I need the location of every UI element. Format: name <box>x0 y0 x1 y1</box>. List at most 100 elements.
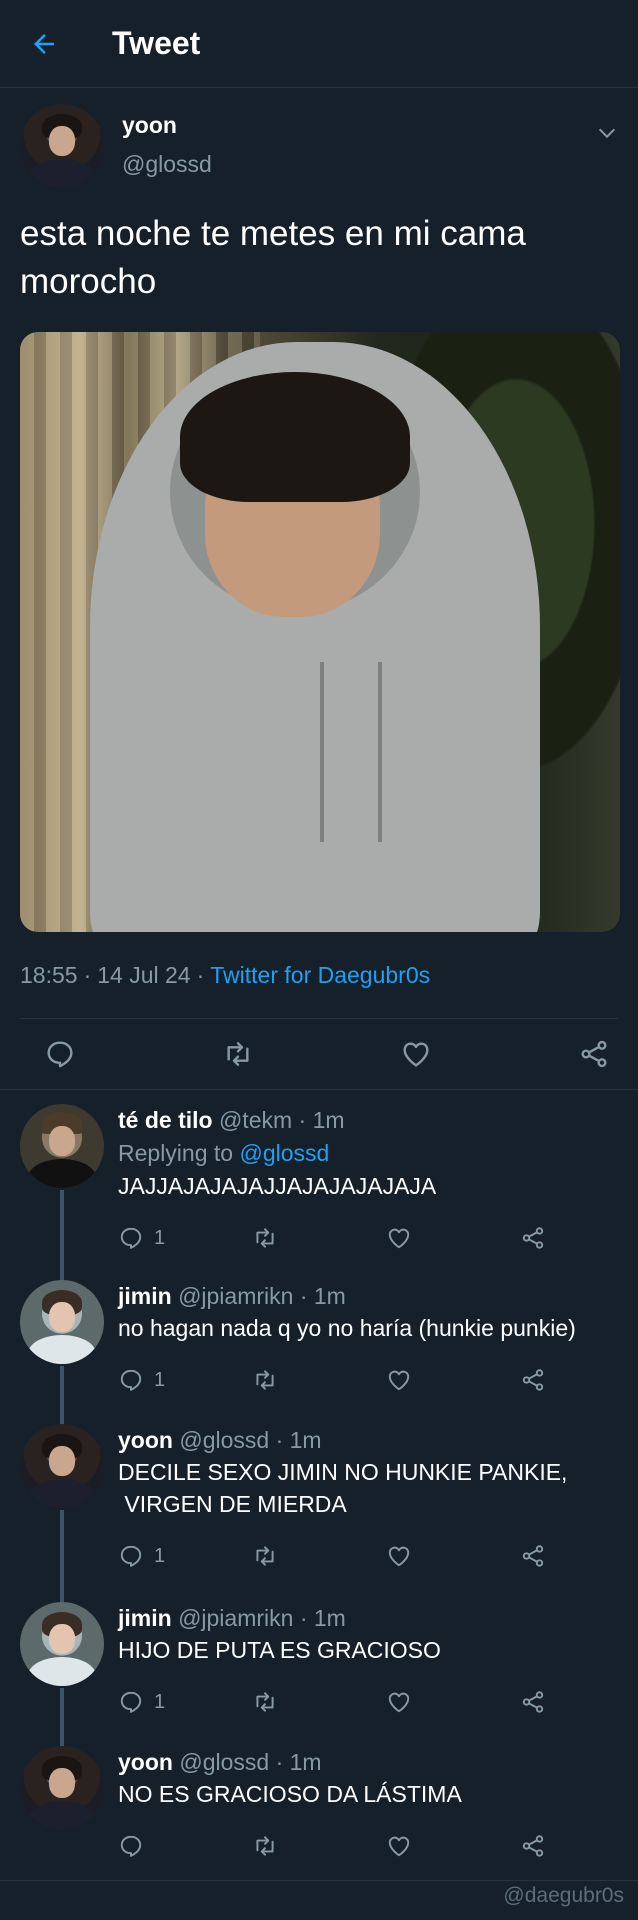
retweet-button[interactable] <box>222 1038 254 1070</box>
share-icon <box>581 1040 607 1068</box>
separator-dot: · <box>83 961 92 988</box>
reply-time: 1m <box>313 1605 346 1631</box>
reply-text: no hagan nada q yo no haría (hunkie punk… <box>118 1315 576 1341</box>
like-button[interactable] <box>386 1225 520 1251</box>
reply-author-handle[interactable]: @jpiamrikn <box>178 1283 293 1309</box>
reply-author-name[interactable]: jimin <box>118 1605 172 1631</box>
share-icon <box>522 1691 544 1713</box>
reply-action-bar: 1 <box>118 1218 638 1258</box>
reply-text-line: DECILE SEXO JIMIN NO HUNKIE PANKIE, <box>118 1459 568 1485</box>
photo-drawstring <box>320 662 324 842</box>
reply-item[interactable]: yoon @glossd · 1m NO ES GRACIOSO DA LÁST… <box>0 1732 638 1882</box>
mention-link[interactable]: @glossd <box>239 1140 329 1166</box>
avatar-face-shape <box>48 1767 76 1799</box>
avatar[interactable] <box>20 1602 104 1686</box>
share-button[interactable] <box>520 1225 638 1251</box>
avatar[interactable] <box>20 1104 104 1188</box>
like-button[interactable] <box>386 1689 520 1715</box>
avatar-face-shape <box>48 125 76 157</box>
separator-dot: · <box>196 961 205 988</box>
reply-button[interactable]: 1 <box>118 1225 252 1251</box>
back-button[interactable] <box>26 26 62 62</box>
retweet-icon <box>256 1836 274 1856</box>
retweet-button[interactable] <box>252 1367 386 1393</box>
author-name[interactable]: yoon <box>122 112 212 139</box>
heart-icon <box>388 1836 410 1857</box>
thread-line <box>60 1588 64 1602</box>
reply-button[interactable]: 1 <box>118 1367 252 1393</box>
reply-author-name[interactable]: té de tilo <box>118 1107 213 1133</box>
retweet-button[interactable] <box>252 1225 386 1251</box>
retweet-icon <box>256 1546 274 1566</box>
tweet-text-line: esta noche te metes en mi cama <box>20 214 526 253</box>
reply-avatar-column <box>20 1104 104 1290</box>
share-button[interactable] <box>520 1833 638 1859</box>
arrow-left-icon <box>34 33 54 54</box>
reply-content: jimin @jpiamrikn · 1m no hagan nada q yo… <box>118 1280 638 1410</box>
like-button[interactable] <box>386 1833 520 1859</box>
reply-action-bar <box>118 1826 638 1866</box>
reply-action-bar: 1 <box>118 1360 638 1400</box>
share-button[interactable] <box>520 1543 638 1569</box>
retweet-button[interactable] <box>252 1833 386 1859</box>
reply-content: té de tilo @tekm · 1m Replying to @gloss… <box>118 1104 638 1266</box>
reply-author-handle[interactable]: @jpiamrikn <box>178 1605 293 1631</box>
reply-button[interactable]: 1 <box>118 1689 252 1715</box>
author-handle[interactable]: @glossd <box>122 151 212 178</box>
reply-action-bar: 1 <box>118 1682 638 1722</box>
reply-item[interactable]: yoon @glossd · 1m DECILE SEXO JIMIN NO H… <box>0 1410 638 1616</box>
reply-button[interactable] <box>118 1833 252 1859</box>
divider <box>0 1880 638 1881</box>
heart-icon <box>388 1370 410 1391</box>
share-icon <box>522 1545 544 1567</box>
reply-author-name[interactable]: jimin <box>118 1283 172 1309</box>
reply-item[interactable]: jimin @jpiamrikn · 1m HIJO DE PUTA ES GR… <box>0 1588 638 1762</box>
tweet-text-line: morocho <box>20 262 157 301</box>
reply-button[interactable]: 1 <box>118 1543 252 1569</box>
reply-content: jimin @jpiamrikn · 1m HIJO DE PUTA ES GR… <box>118 1602 638 1732</box>
reply-header: yoon @glossd · 1m <box>118 1424 638 1456</box>
like-button[interactable] <box>400 1038 432 1070</box>
reply-action-bar: 1 <box>118 1536 638 1576</box>
tweet-date: 14 Jul 24 <box>97 961 191 988</box>
replying-to-label: Replying to <box>118 1140 234 1166</box>
avatar[interactable] <box>20 1280 104 1364</box>
avatar-shoulders-shape <box>28 1478 96 1508</box>
share-icon <box>522 1227 544 1249</box>
reply-author-handle[interactable]: @glossd <box>179 1427 269 1453</box>
reply-item[interactable]: jimin @jpiamrikn · 1m no hagan nada q yo… <box>0 1266 638 1440</box>
share-button[interactable] <box>578 1038 610 1070</box>
reply-author-name[interactable]: yoon <box>118 1427 173 1453</box>
reply-text-line: VIRGEN DE MIERDA <box>118 1491 347 1517</box>
reply-header: jimin @jpiamrikn · 1m <box>118 1602 638 1634</box>
photo-hair <box>180 372 410 502</box>
reply-author-name[interactable]: yoon <box>118 1749 173 1775</box>
avatar[interactable] <box>20 104 104 188</box>
retweet-icon <box>256 1370 274 1390</box>
like-button[interactable] <box>386 1543 520 1569</box>
reply-time: 1m <box>312 1107 345 1133</box>
heart-icon <box>388 1692 410 1713</box>
separator-dot: · <box>299 1283 308 1309</box>
replies-list: té de tilo @tekm · 1m Replying to @gloss… <box>0 1090 638 1882</box>
reply-author-handle[interactable]: @tekm <box>219 1107 292 1133</box>
share-button[interactable] <box>520 1689 638 1715</box>
tweet-photo[interactable] <box>20 332 620 932</box>
avatar[interactable] <box>20 1424 104 1508</box>
retweet-button[interactable] <box>252 1543 386 1569</box>
avatar[interactable] <box>20 1746 104 1830</box>
thread-line <box>60 1732 64 1746</box>
share-button[interactable] <box>520 1367 638 1393</box>
reply-button[interactable] <box>44 1038 76 1070</box>
reply-author-handle[interactable]: @glossd <box>179 1749 269 1775</box>
reply-time: 1m <box>289 1749 322 1775</box>
chevron-down-icon[interactable] <box>596 122 618 144</box>
reply-count: 1 <box>154 1544 166 1567</box>
reply-item[interactable]: té de tilo @tekm · 1m Replying to @gloss… <box>0 1090 638 1290</box>
tweet-source-link[interactable]: Twitter for Daegubr0s <box>210 962 430 989</box>
like-button[interactable] <box>386 1367 520 1393</box>
reply-avatar-column <box>20 1588 104 1762</box>
share-icon <box>522 1369 544 1391</box>
retweet-button[interactable] <box>252 1689 386 1715</box>
main-action-bar <box>0 1019 638 1089</box>
